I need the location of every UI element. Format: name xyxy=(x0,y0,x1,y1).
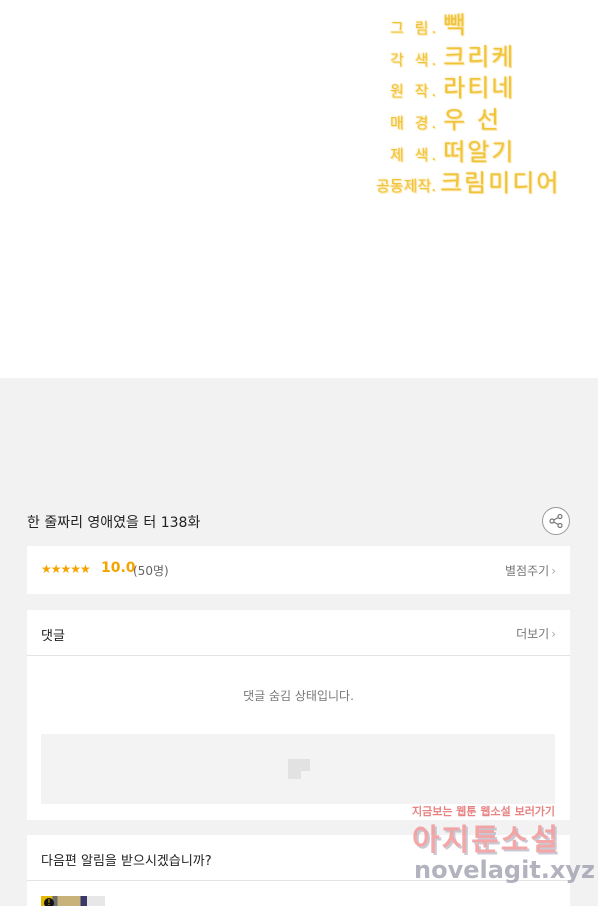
chevron-right-icon: › xyxy=(551,564,556,578)
rating-score: 10.0 xyxy=(101,560,136,576)
credit-role: 원 작. xyxy=(390,82,440,100)
episode-title: 한 줄짜리 영애였을 터 138화 xyxy=(27,515,201,531)
watermark: 지금보는 웹툰 웹소설 보러가기 아지툰소설 novelagit.xyz xyxy=(408,803,595,893)
rating-count: (50명) xyxy=(133,564,169,578)
watermark-brand: 아지툰소설 xyxy=(412,823,560,858)
rating-card: ★★★★★ 10.0 (50명) 별점주기 › xyxy=(27,546,570,594)
rate-button-label: 별점주기 xyxy=(505,564,550,578)
comments-hidden-message: 댓글 숨김 상태입니다. xyxy=(243,689,354,703)
star-rating-icon: ★★★★★ xyxy=(41,562,91,576)
credit-line: 각 색. 크리케 xyxy=(390,37,515,72)
credit-line: 공동제작. 크림미디어 xyxy=(376,163,560,198)
chevron-right-icon: › xyxy=(551,627,556,641)
credit-role: 매 경. xyxy=(390,114,440,132)
comment-input-box[interactable] xyxy=(41,734,555,804)
warning-badge-icon: ! xyxy=(44,898,54,906)
comments-more-label: 더보기 xyxy=(516,627,550,641)
credit-role: 각 색. xyxy=(390,51,440,69)
credit-line: 원 작. 라티네 xyxy=(390,68,515,103)
credit-role: 그 림. xyxy=(390,19,440,37)
credit-line: 매 경. 우 선 xyxy=(390,100,501,135)
credit-name: 크리케 xyxy=(443,43,516,71)
placeholder-image-icon xyxy=(288,759,310,779)
credit-name: 떠알기 xyxy=(443,138,516,166)
credits-panel: 그 림. 빽 각 색. 크리케 원 작. 라티네 매 경. 우 선 제 색. 떠알기 공동… xyxy=(0,0,598,378)
comment-card: 댓글 더보기 › 댓글 숨김 상태입니다. xyxy=(27,610,570,820)
rate-button[interactable]: 별점주기 › xyxy=(505,562,556,579)
notify-question: 다음편 알림을 받으시겠습니까? xyxy=(41,854,212,869)
credit-name: 크림미디어 xyxy=(439,169,561,197)
share-button[interactable] xyxy=(542,507,570,535)
credit-name: 우 선 xyxy=(443,106,501,134)
credit-name: 라티네 xyxy=(443,74,516,102)
comments-heading: 댓글 xyxy=(41,629,65,644)
credit-name: 빽 xyxy=(443,11,468,39)
watermark-domain: novelagit.xyz xyxy=(414,856,596,884)
series-thumbnail[interactable]: ! xyxy=(41,896,105,906)
credit-role: 제 색. xyxy=(390,146,440,164)
credit-line: 제 색. 떠알기 xyxy=(390,132,515,167)
credit-role: 공동제작. xyxy=(376,177,436,195)
divider xyxy=(27,655,570,656)
share-icon xyxy=(549,513,563,529)
comments-more-link[interactable]: 더보기 › xyxy=(516,625,556,642)
credit-line: 그 림. 빽 xyxy=(390,5,467,40)
